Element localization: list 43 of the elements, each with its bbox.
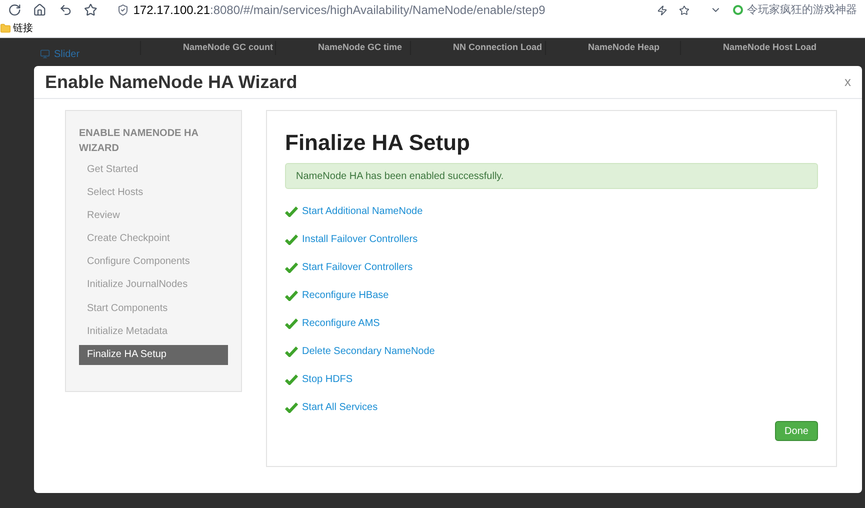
sidebar-item[interactable]: Slider — [54, 46, 80, 62]
wizard-step[interactable]: Initialize JournalNodes — [79, 274, 228, 295]
wizard-step[interactable]: Create Checkpoint — [79, 228, 228, 249]
address-bar[interactable]: 172.17.100.21:8080/#/main/services/highAvailability/NameNode/enable/step9 — [117, 1, 645, 19]
done-button[interactable]: Done — [775, 421, 818, 441]
wizard-step[interactable]: Review — [79, 205, 228, 226]
column-header: NameNode GC time — [275, 41, 410, 55]
close-button[interactable]: x — [844, 72, 851, 92]
task-link[interactable]: Reconfigure HBase — [302, 288, 389, 302]
folder-icon — [0, 23, 11, 34]
wizard-step[interactable]: Configure Components — [79, 252, 228, 272]
shield-icon — [117, 4, 130, 16]
search-hint[interactable]: 令玩家疯狂的游戏神器 — [747, 2, 858, 18]
task-link[interactable]: Reconfigure AMS — [302, 316, 380, 330]
task-link[interactable]: Install Failover Controllers — [302, 232, 418, 246]
task-link[interactable]: Start Failover Controllers — [302, 260, 413, 274]
sidebar-heading: ENABLE NAMENODE HA WIZARD — [79, 127, 200, 156]
monitor-icon — [40, 49, 50, 59]
column-header: NN Connection Load — [410, 41, 545, 55]
task-link[interactable]: Stop HDFS — [302, 372, 353, 386]
lightning-icon[interactable] — [656, 4, 668, 16]
column-header: NameNode Host Load — [680, 41, 815, 55]
bookmark-link[interactable]: 链接 — [13, 21, 33, 36]
column-header: NameNode Heap — [545, 41, 680, 55]
task-link[interactable]: Start Additional NameNode — [302, 204, 423, 218]
reload-icon[interactable] — [8, 3, 22, 17]
undo-icon[interactable] — [58, 3, 72, 17]
bookmark-star-icon[interactable] — [84, 3, 98, 17]
wizard-step[interactable]: Select Hosts — [79, 182, 228, 202]
star-icon[interactable] — [679, 4, 690, 16]
home-icon[interactable] — [33, 3, 47, 17]
success-alert: NameNode HA has been enabled successfully. — [285, 163, 818, 189]
step-heading: Finalize HA Setup — [285, 129, 471, 157]
wizard-step[interactable]: Initialize Metadata — [79, 321, 228, 342]
url-text: 172.17.100.21:8080/#/main/services/highAvailability/NameNode/enable/step9 — [133, 2, 546, 19]
column-header: NameNode GC count — [140, 41, 275, 55]
wizard-step[interactable]: Finalize HA Setup — [79, 344, 228, 364]
modal-title: Enable NameNode HA Wizard — [45, 70, 298, 94]
search-logo-icon — [733, 5, 744, 15]
task-link[interactable]: Delete Secondary NameNode — [302, 344, 435, 358]
wizard-step[interactable]: Get Started — [79, 159, 228, 179]
task-link[interactable]: Start All Services — [302, 400, 378, 414]
wizard-step[interactable]: Start Components — [79, 298, 228, 318]
